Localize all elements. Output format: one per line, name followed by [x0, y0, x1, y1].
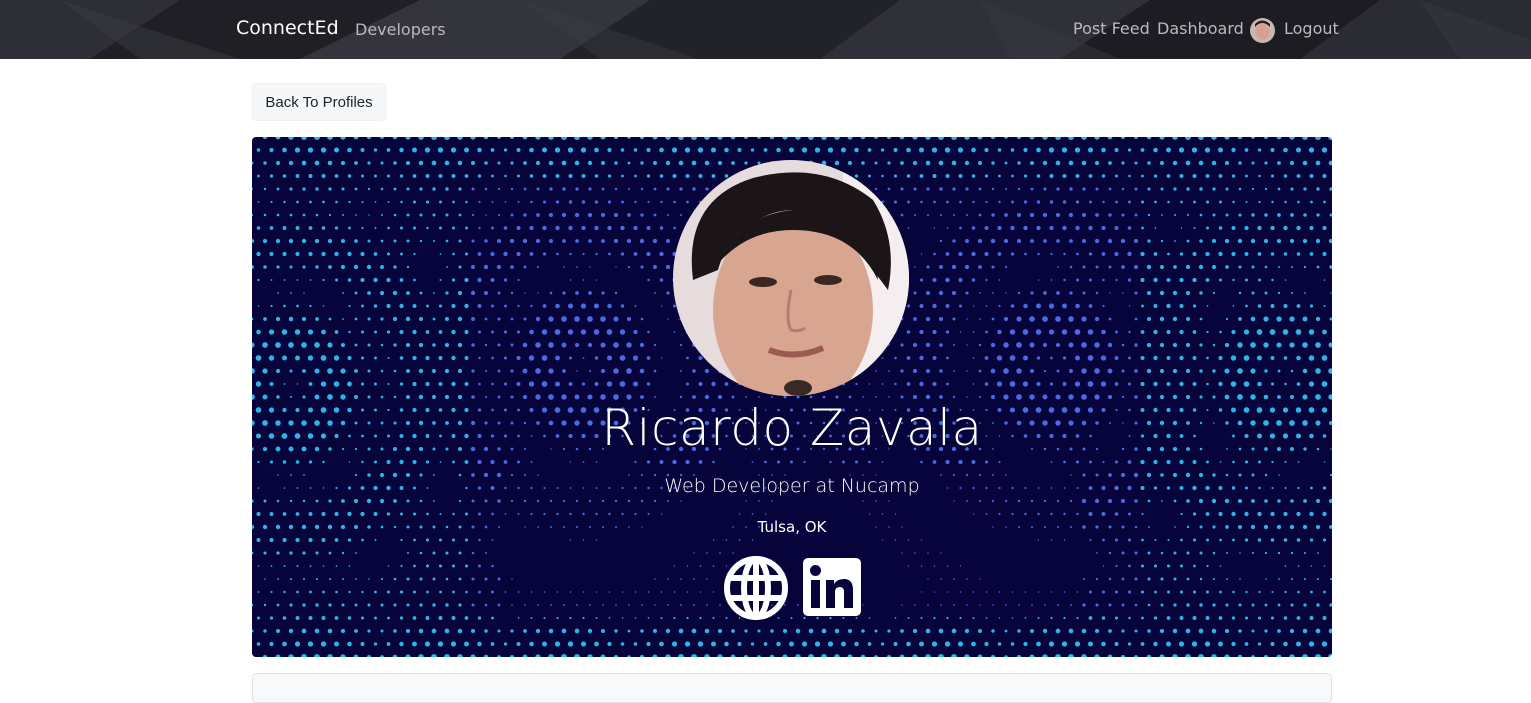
profile-status: Web Developer at Nucamp [664, 475, 920, 497]
profile-name: Ricardo Zavala [601, 399, 983, 457]
back-to-profiles-button[interactable]: Back To Profiles [252, 83, 386, 121]
profile-location: Tulsa, OK [757, 518, 827, 536]
profile-header-card: Ricardo Zavala Web Developer at Nucamp T… [252, 137, 1332, 657]
profile-avatar [673, 160, 909, 396]
user-avatar[interactable] [1250, 18, 1275, 43]
navbar: ConnectEd Developers Post Feed Dashboard… [0, 0, 1531, 59]
linkedin-icon[interactable] [803, 558, 861, 616]
profile-about-card [252, 673, 1332, 703]
brand-link[interactable]: ConnectEd [236, 17, 339, 39]
nav-post-feed[interactable]: Post Feed [1073, 19, 1150, 38]
nav-developers[interactable]: Developers [355, 20, 446, 39]
globe-icon[interactable] [724, 556, 788, 620]
nav-dashboard[interactable]: Dashboard [1157, 19, 1244, 38]
nav-logout[interactable]: Logout [1284, 19, 1339, 38]
